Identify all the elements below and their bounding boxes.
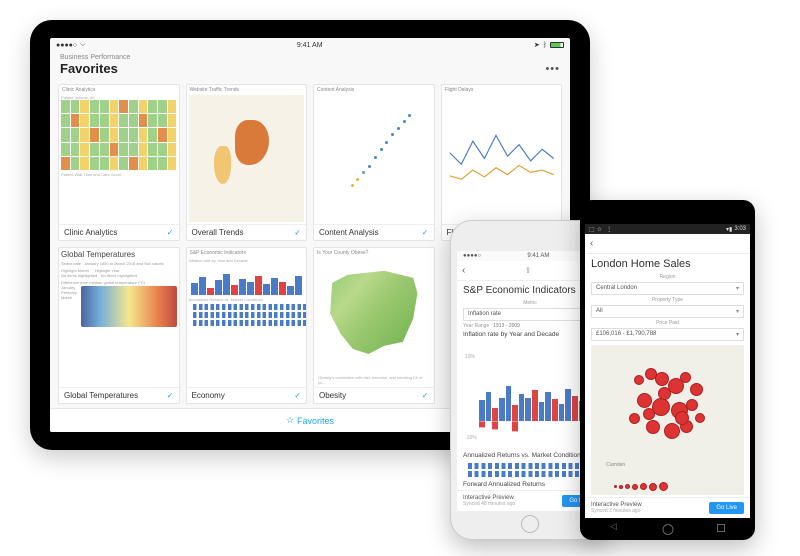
wifi-icon: ⌵ bbox=[80, 41, 85, 49]
home-button[interactable] bbox=[521, 515, 539, 533]
card-thumb bbox=[442, 93, 562, 224]
header: Business Performance Favorites ••• bbox=[50, 52, 570, 80]
phone-footer: Interactive Preview Synced 3 minutes ago… bbox=[585, 497, 750, 518]
card-thumb bbox=[187, 93, 307, 224]
phone-header: ‹ bbox=[585, 234, 750, 254]
check-icon: ✓ bbox=[422, 228, 429, 237]
region-label: Region bbox=[585, 274, 750, 280]
london-map[interactable]: Camden bbox=[591, 345, 744, 495]
status-time: 9:41 AM bbox=[297, 42, 323, 49]
card-overall-trends[interactable]: Website Traffic Trends Overall Trends ✓ bbox=[186, 84, 308, 241]
card-label: Economy bbox=[192, 391, 225, 400]
card-header: Is Your County Obese? bbox=[314, 248, 434, 256]
map-label: Camden bbox=[606, 462, 625, 468]
check-icon: ✓ bbox=[294, 228, 301, 237]
report-title: London Home Sales bbox=[585, 254, 750, 274]
share-icon[interactable]: ⇪ bbox=[525, 266, 532, 275]
inflation-chart: 10% -10% bbox=[463, 344, 597, 446]
card-header: Flight Delays bbox=[442, 85, 562, 93]
card-thumb: Obesity's correlation with diet, exercis… bbox=[314, 256, 434, 387]
nav-home-icon[interactable] bbox=[662, 524, 673, 535]
go-live-button[interactable]: Go Live bbox=[709, 502, 744, 514]
status-bar: ⬚☆⋮ ▾▮3:03 bbox=[585, 224, 750, 234]
metric-dropdown[interactable]: Inflation rate▾ bbox=[463, 308, 597, 321]
signal-icon: ●●●●○ bbox=[56, 42, 77, 49]
price-label: Price Paid bbox=[585, 320, 750, 326]
back-button[interactable]: ‹ bbox=[462, 265, 465, 276]
sync-label: Synced 3 minutes ago bbox=[591, 508, 642, 514]
region-dropdown[interactable]: Central London▾ bbox=[591, 282, 744, 295]
card-header: S&P Economic Indicators bbox=[187, 248, 307, 256]
card-header: Content Analysis bbox=[314, 85, 434, 93]
card-label: Content Analysis bbox=[319, 228, 379, 237]
ptype-label: Property Type bbox=[585, 297, 750, 303]
card-header: Clinic Analytics bbox=[59, 85, 179, 93]
ptype-dropdown[interactable]: All▾ bbox=[591, 305, 744, 318]
card-thumb bbox=[314, 93, 434, 224]
nav-recent-icon[interactable] bbox=[717, 524, 725, 532]
page-title: Favorites bbox=[60, 61, 118, 76]
card-thumb: Patient Volume: All Patient Wait Time an… bbox=[59, 93, 179, 224]
card-flight-delays[interactable]: Flight Delays Flight Delays✓ bbox=[441, 84, 563, 241]
android-device: ⬚☆⋮ ▾▮3:03 ‹ London Home Sales Region Ce… bbox=[580, 200, 755, 540]
back-button[interactable]: ‹ bbox=[590, 238, 593, 249]
location-icon: ➤ bbox=[534, 41, 540, 49]
card-label: Overall Trends bbox=[192, 228, 244, 237]
card-thumb: Global Temperatures Select date January … bbox=[59, 248, 179, 387]
star-icon: ☆ bbox=[286, 415, 294, 426]
check-icon: ✓ bbox=[167, 228, 174, 237]
check-icon: ✓ bbox=[167, 391, 174, 400]
card-economy[interactable]: S&P Economic Indicators Inflation rate b… bbox=[186, 247, 308, 404]
card-global-temperatures[interactable]: Global Temperatures Select date January … bbox=[58, 247, 180, 404]
check-icon: ✓ bbox=[422, 391, 429, 400]
more-button[interactable]: ••• bbox=[545, 63, 560, 75]
nav-back-icon[interactable]: ◁ bbox=[610, 521, 617, 532]
price-dropdown[interactable]: £106,016 - £1,790,788▾ bbox=[591, 328, 744, 341]
card-label: Clinic Analytics bbox=[64, 228, 117, 237]
check-icon: ✓ bbox=[294, 391, 301, 400]
card-thumb: Inflation rate by Year and Decade Annual… bbox=[187, 256, 307, 387]
sync-label: Synced 48 minutes ago bbox=[463, 501, 515, 507]
card-content-analysis[interactable]: Content Analysis Content Analysis ✓ bbox=[313, 84, 435, 241]
android-screen: ⬚☆⋮ ▾▮3:03 ‹ London Home Sales Region Ce… bbox=[585, 224, 750, 518]
card-label: Obesity bbox=[319, 391, 346, 400]
tab-favorites[interactable]: Favorites bbox=[297, 416, 334, 426]
card-header: Website Traffic Trends bbox=[187, 85, 307, 93]
card-clinic-analytics[interactable]: Clinic Analytics Patient Volume: All Pat… bbox=[58, 84, 180, 241]
battery-icon bbox=[550, 42, 564, 48]
card-obesity[interactable]: Is Your County Obese? Obesity's correlat… bbox=[313, 247, 435, 404]
card-label: Global Temperatures bbox=[64, 391, 138, 400]
status-bar: ●●●●○ ⌵ 9:41 AM ➤ ᛒ bbox=[50, 38, 570, 52]
breadcrumb: Business Performance bbox=[60, 54, 560, 61]
bluetooth-icon: ᛒ bbox=[543, 42, 547, 49]
